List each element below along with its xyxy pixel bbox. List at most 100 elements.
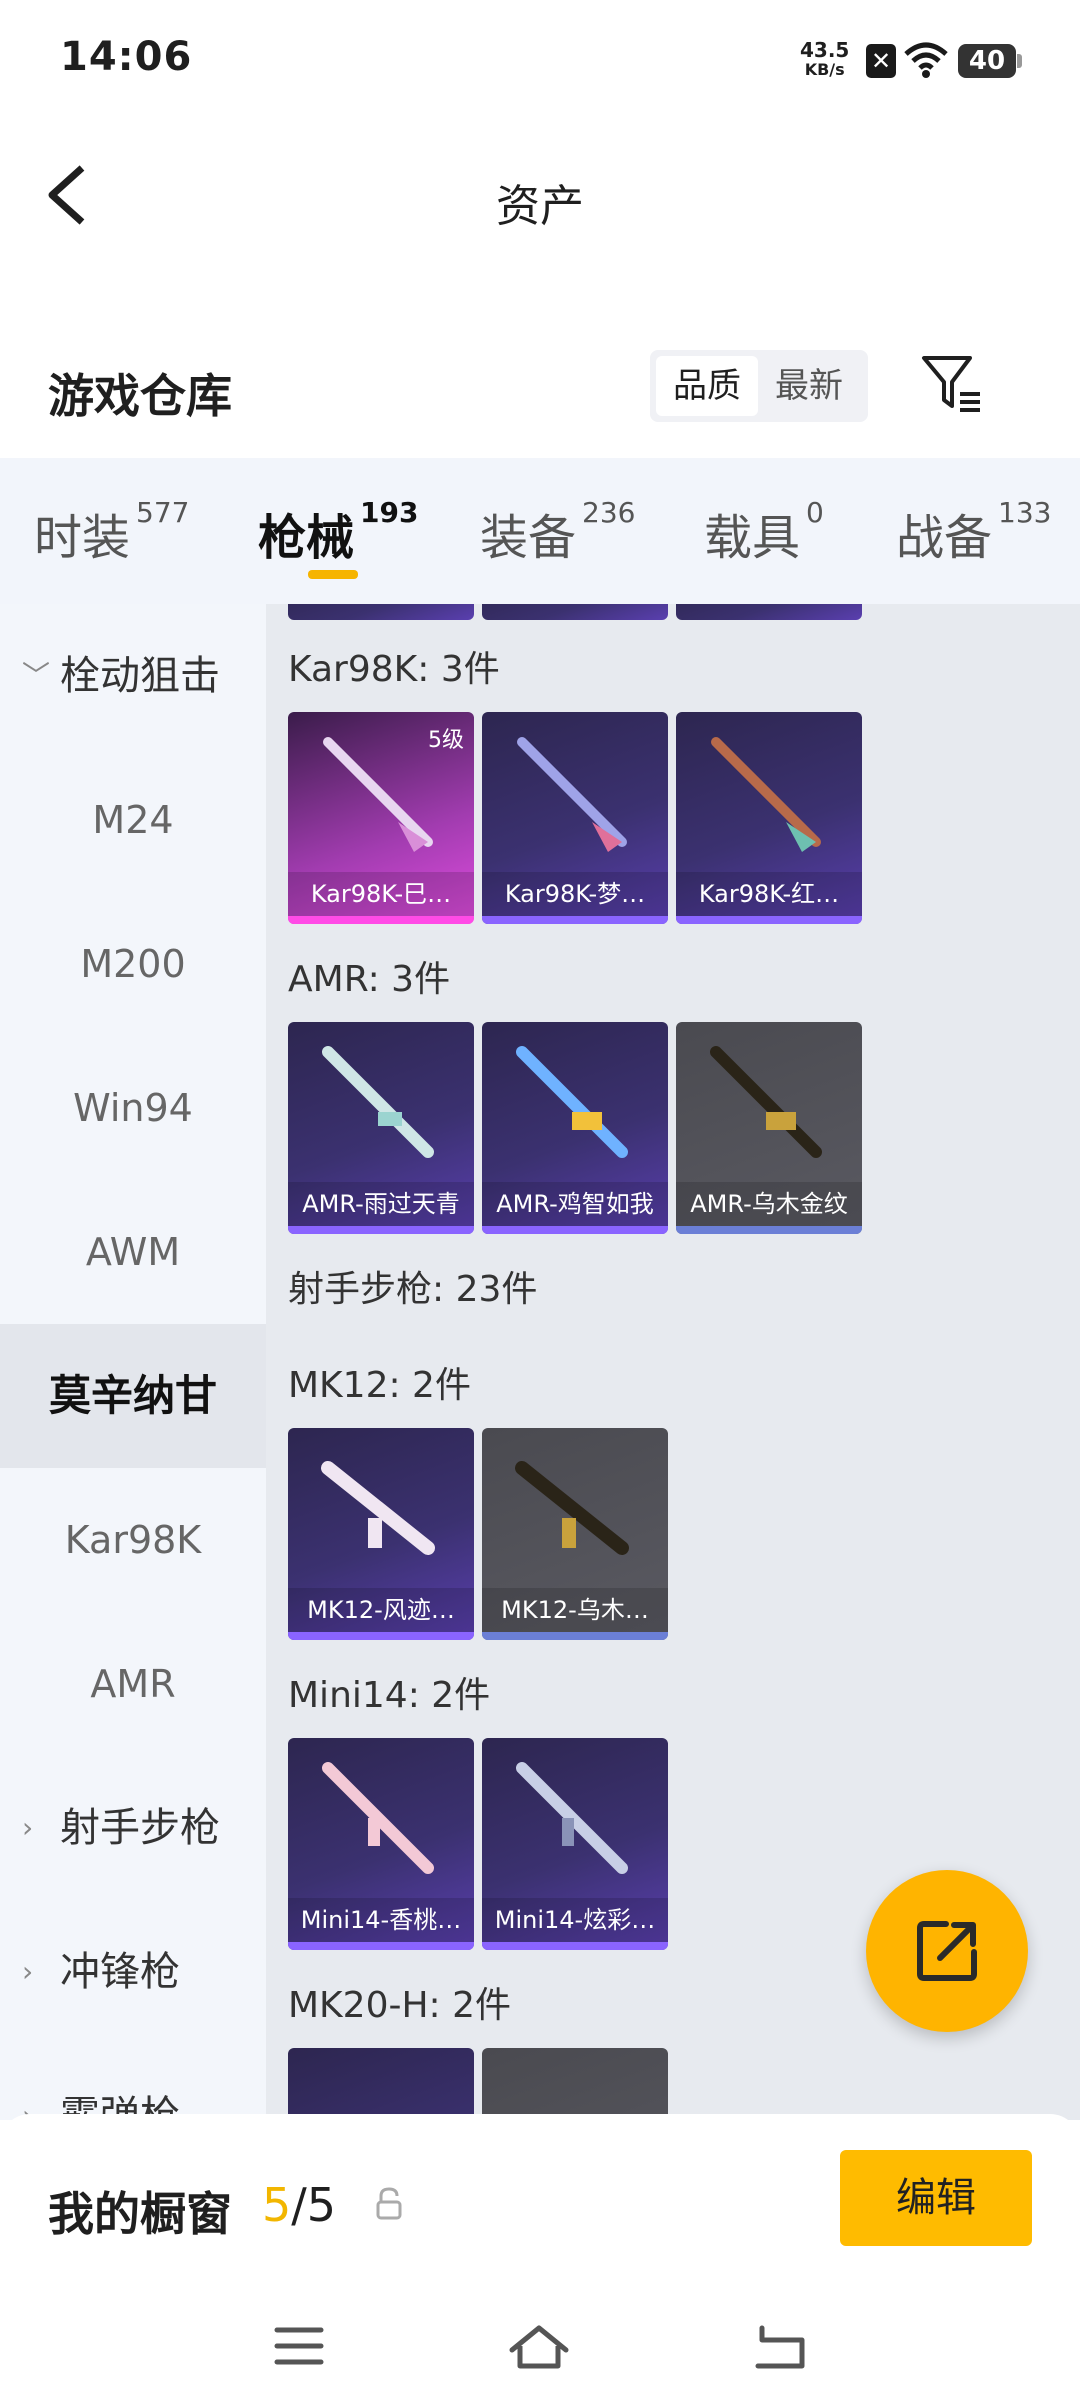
sidebar-item-win94[interactable]: Win94 [0,1036,266,1180]
tab-count: 193 [360,496,419,529]
sidebar-item-kar98k[interactable]: Kar98K [0,1468,266,1612]
quality-bar [676,1226,862,1234]
tab-firearms[interactable]: 枪械 193 [258,496,419,568]
rifle-icon [710,1046,822,1158]
quality-bar [288,916,474,924]
share-out-icon [917,1921,977,1981]
menu-icon[interactable] [274,2324,324,2368]
skin-card[interactable]: Kar98K-梦… [482,712,668,924]
sidebar-item-m200[interactable]: M200 [0,892,266,1036]
sidebar-item-smg[interactable]: › 冲锋枪 [0,1900,266,2044]
tab-count: 236 [582,496,636,529]
filter-icon[interactable] [920,354,984,414]
quality-bar [288,1226,474,1234]
tab-label: 时装 [34,510,131,566]
skin-card-partial[interactable] [676,604,862,620]
skin-name: Kar98K-红… [676,872,862,916]
skin-name: MK12-风迹… [288,1588,474,1632]
back-icon[interactable] [752,2324,808,2370]
shelf-title: 我的橱窗 [48,2187,232,2241]
net-speed: 43.5 KB/s [800,40,849,80]
tab-count: 577 [136,496,190,529]
section-title: 游戏仓库 [48,369,232,423]
skin-card[interactable]: AMR-雨过天青 [288,1022,474,1234]
status-bar: 14:06 43.5 KB/s ✕ 40 [0,0,1080,120]
group-label: Mini14: 2件 [288,1675,491,1716]
group-label: MK12: 2件 [288,1365,471,1406]
group-label: AMR: 3件 [288,959,451,1000]
skin-card-partial[interactable] [288,604,474,620]
rifle-icon [322,1762,434,1874]
tab-equipment[interactable]: 装备 236 [480,496,636,568]
rifle-icon [515,1461,629,1555]
page-title: 资产 [496,181,584,232]
status-time: 14:06 [60,34,193,80]
system-nav-bar [0,2284,1080,2408]
sort-toggle: 品质 最新 [650,350,868,422]
chevron-down-icon: ﹀ [22,659,51,692]
skin-name: MK12-乌木… [482,1588,668,1632]
sort-quality-button[interactable]: 品质 [656,356,758,416]
home-icon[interactable] [508,2324,570,2370]
tab-vehicles[interactable]: 载具 0 [704,496,824,568]
tab-label: 载具 [704,510,801,566]
skin-card[interactable]: Mini14-炫彩… [482,1738,668,1950]
sidebar-item-bolt-sniper[interactable]: ﹀ 栓动狙击 [0,604,266,748]
skin-card-partial[interactable] [482,604,668,620]
rifle-icon [516,1762,628,1874]
tab-label: 装备 [480,510,577,566]
tab-count: 133 [998,496,1052,529]
rifle-icon [711,737,821,852]
skin-card-partial[interactable] [288,2048,474,2120]
level-badge: 5级 [428,728,464,753]
shelf-total: /5 [291,2178,337,2232]
skin-card[interactable]: AMR-鸡智如我 [482,1022,668,1234]
rifle-icon [322,1046,434,1158]
group-label: MK20-H: 2件 [288,1985,512,2026]
skin-card[interactable]: MK12-乌木… [482,1428,668,1640]
tab-label: 战备 [896,510,993,566]
tab-fashion[interactable]: 时装 577 [34,496,190,568]
quality-bar [482,1226,668,1234]
chevron-right-icon: › [22,1955,34,1988]
sort-newest-button[interactable]: 最新 [758,356,860,416]
sidebar-item-label: 射手步枪 [60,1805,220,1851]
notification-x-icon: ✕ [866,44,896,78]
skin-card[interactable]: 5级 Kar98K-巳… [288,712,474,924]
skin-card[interactable]: Mini14-香桃… [288,1738,474,1950]
sidebar-item-marksman[interactable]: › 射手步枪 [0,1756,266,1900]
sidebar-item-m24[interactable]: M24 [0,748,266,892]
wifi-icon [904,42,948,78]
share-fab-button[interactable] [866,1870,1028,2032]
group-label: 射手步枪: 23件 [288,1269,538,1310]
tab-count: 0 [806,496,824,529]
quality-bar [288,1632,474,1640]
rifle-icon [321,1461,435,1555]
tab-gear[interactable]: 战备 133 [896,496,1052,568]
net-speed-unit: KB/s [804,60,845,79]
group-label: Kar98K: 3件 [288,649,500,690]
sidebar-item-awm[interactable]: AWM [0,1180,266,1324]
skin-card[interactable]: AMR-乌木金纹 [676,1022,862,1234]
sidebar-item-amr[interactable]: AMR [0,1612,266,1756]
skin-card[interactable]: MK12-风迹… [288,1428,474,1640]
skin-card-partial[interactable] [482,2048,668,2120]
sidebar-item-label: 冲锋枪 [60,1949,180,1995]
skin-name: AMR-乌木金纹 [676,1182,862,1226]
skin-name: Kar98K-梦… [482,872,668,916]
skin-name: AMR-鸡智如我 [482,1182,668,1226]
quality-bar [288,1942,474,1950]
shelf-count: 5/5 [262,2178,336,2232]
quality-bar [482,916,668,924]
sidebar-item-mosin[interactable]: 莫辛纳甘 [0,1324,266,1468]
category-tabs: 时装 577 枪械 193 装备 236 载具 0 战备 133 [0,458,1080,604]
net-speed-value: 43.5 [800,38,850,62]
skin-name: Mini14-香桃… [288,1898,474,1942]
skin-card[interactable]: Kar98K-红… [676,712,862,924]
active-tab-indicator [308,570,358,579]
edit-button[interactable]: 编辑 [840,2150,1032,2246]
weapon-type-sidebar: ﹀ 栓动狙击 M24 M200 Win94 AWM 莫辛纳甘 Kar98K AMR… [0,604,266,2139]
skin-name: Mini14-炫彩… [482,1898,668,1942]
chevron-right-icon: › [22,1811,34,1844]
lock-icon[interactable] [374,2186,404,2222]
